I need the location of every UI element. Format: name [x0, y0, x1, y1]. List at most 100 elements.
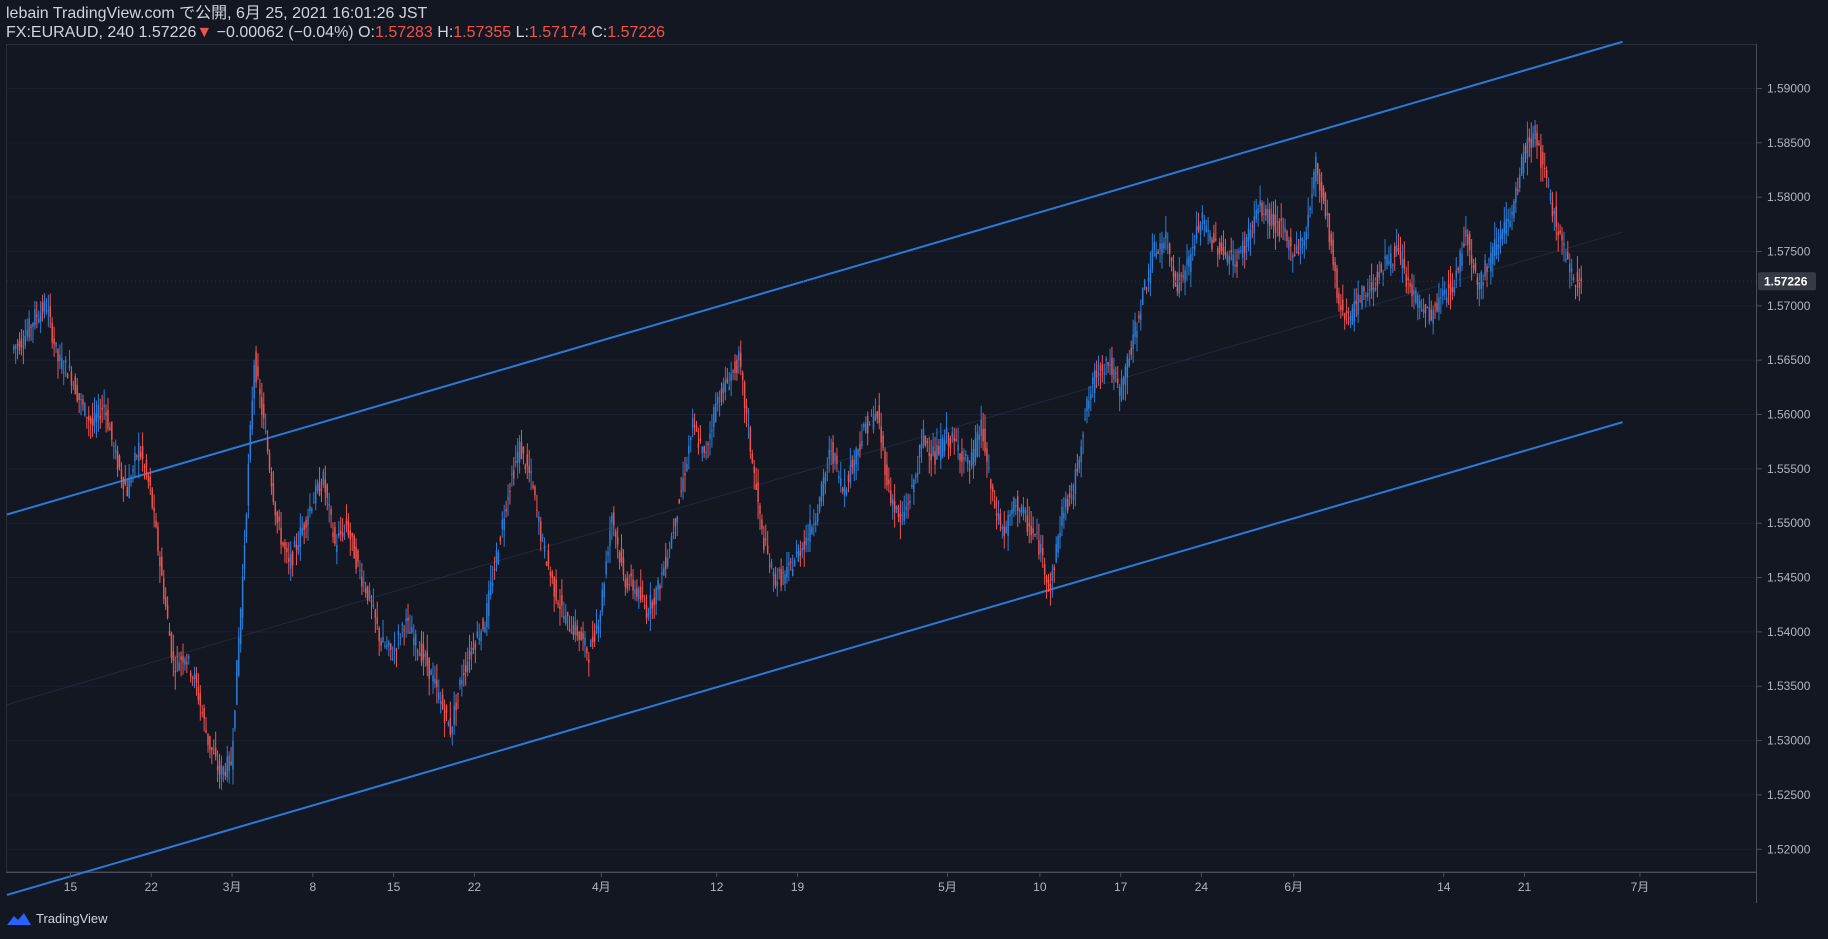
candle-up	[597, 626, 600, 634]
candle-down	[1174, 273, 1177, 287]
candle-up	[801, 547, 804, 551]
candle-down	[1107, 362, 1109, 366]
candle-down	[153, 507, 155, 512]
candle-up	[1549, 192, 1552, 201]
candle-down	[539, 521, 542, 542]
candle-up	[843, 485, 846, 497]
candle-up	[1459, 251, 1461, 273]
candle-up	[1382, 272, 1384, 276]
candle-up	[1284, 227, 1286, 233]
candle-up	[1492, 246, 1494, 265]
candle-down	[205, 730, 207, 733]
candle-down	[1280, 218, 1282, 221]
time-axis[interactable]: 15 22 3月 8 15 22 4月 12 19 5月 10 17 24 6月 14 21 7月	[64, 872, 1649, 894]
candle-up	[1413, 290, 1415, 295]
candle-down	[1457, 268, 1459, 271]
candle-down	[636, 587, 638, 597]
candle-up	[941, 437, 944, 457]
candle-down	[1290, 237, 1292, 247]
candle-up	[1420, 309, 1423, 311]
candle-down	[961, 451, 963, 463]
candle-down	[224, 771, 227, 776]
candle-down	[270, 472, 273, 487]
candle-down	[1424, 304, 1427, 314]
candle-up	[1072, 494, 1075, 501]
y-tick-label: 1.58500	[1767, 136, 1811, 150]
candle-up	[1255, 210, 1257, 220]
candle-up	[701, 446, 704, 454]
candle-down	[1261, 202, 1263, 217]
candle-up	[188, 655, 190, 659]
candle-down	[593, 630, 596, 642]
candle-up	[497, 552, 500, 565]
candle-down	[361, 576, 363, 587]
candle-down	[57, 349, 59, 362]
candle-up	[368, 590, 371, 599]
candle-up	[543, 545, 546, 552]
candle-up	[1205, 225, 1207, 232]
candle-down	[441, 694, 444, 709]
candle-down	[457, 693, 459, 695]
candle-up	[1368, 288, 1371, 292]
candle-up	[966, 457, 969, 464]
candle-up	[1001, 526, 1004, 529]
footer-brand[interactable]: TradingView	[6, 910, 108, 926]
candle-down	[659, 585, 661, 589]
high-label: H:	[437, 24, 454, 41]
candle-down	[201, 712, 203, 714]
candle-down	[1336, 268, 1338, 298]
candle-up	[388, 641, 390, 646]
candle-up	[1080, 446, 1082, 462]
candle-up	[1238, 250, 1240, 254]
channel-upper-line	[6, 40, 1623, 516]
candle-down	[334, 526, 336, 544]
candle-down	[324, 479, 327, 493]
candle-up	[791, 569, 794, 576]
candle-up	[868, 423, 871, 426]
candle-up	[264, 430, 267, 433]
x-tick-label: 3月	[223, 880, 242, 894]
candle-up	[1247, 228, 1250, 242]
candle-up	[293, 540, 296, 547]
price-axis[interactable]: 1.52000 1.52500 1.53000 1.53500 1.54000 1.545…	[1756, 81, 1811, 856]
candle-down	[740, 352, 742, 368]
price-chart[interactable]: 1.52000 1.52500 1.53000 1.53500 1.54000 1.545…	[0, 0, 1828, 939]
candle-up	[228, 755, 230, 772]
candle-up	[978, 434, 981, 440]
candle-down	[282, 542, 284, 546]
candle-down	[1068, 492, 1071, 498]
candle-up	[232, 741, 234, 770]
candle-up	[840, 478, 842, 486]
candle-up	[728, 386, 730, 390]
candle-up	[220, 765, 223, 780]
candle-down	[1449, 282, 1452, 296]
candle-down	[445, 705, 448, 713]
candle-up	[1482, 281, 1484, 286]
candle-down	[1536, 132, 1538, 146]
candle-up	[972, 448, 975, 468]
candle-down	[505, 509, 507, 512]
candle-up	[1374, 287, 1377, 290]
candle-down	[1426, 307, 1429, 309]
symbol-label[interactable]: FX:EURAUD, 240	[6, 24, 134, 41]
candle-up	[1480, 271, 1483, 289]
y-tick-label: 1.58000	[1767, 190, 1811, 204]
candle-down	[147, 475, 150, 483]
candle-up	[861, 440, 863, 447]
candle-down	[578, 632, 580, 640]
candle-down	[82, 399, 84, 405]
candle-up	[1249, 229, 1252, 240]
candle-down	[1297, 251, 1300, 254]
candle-up	[243, 545, 246, 569]
candle-down	[74, 376, 77, 395]
candle-down	[1278, 220, 1281, 236]
candle-up	[811, 526, 813, 534]
candle-up	[788, 562, 790, 566]
candle-down	[159, 557, 161, 566]
candle-up	[595, 624, 598, 629]
candle-down	[364, 588, 367, 594]
trend-channel[interactable]	[6, 40, 1623, 896]
candle-up	[37, 318, 40, 323]
candle-up	[480, 631, 482, 642]
candle-up	[1005, 526, 1007, 534]
